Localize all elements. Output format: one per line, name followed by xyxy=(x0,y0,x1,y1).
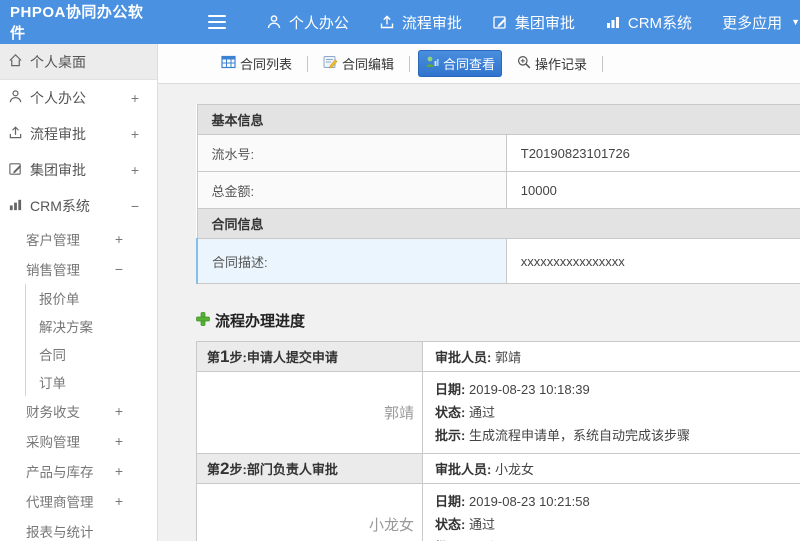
nav-personal-office[interactable]: 个人办公 xyxy=(266,12,349,33)
expand-plus-icon[interactable]: + xyxy=(115,433,123,449)
tab-contract-edit[interactable]: 合同编辑 xyxy=(316,50,401,77)
table-row: 总金额: 10000 xyxy=(196,171,800,209)
step-2-title: 第2步:部门负责人审批 xyxy=(196,453,423,484)
topbar: PHPOA协同办公软件 个人办公 流程审批 集团审批 CRM系统 更多应用 ▼ xyxy=(0,0,800,44)
content-area: 合同列表 合同编辑 合同查看 操作记录 基本信息 流水号: T201908231… xyxy=(158,44,800,541)
nav-group-approval[interactable]: 集团审批 xyxy=(492,12,575,33)
sidebar-item-agents[interactable]: 代理商管理 + xyxy=(0,486,157,516)
tab-strip: 合同列表 合同编辑 合同查看 操作记录 xyxy=(158,44,800,84)
tab-contract-list[interactable]: 合同列表 xyxy=(214,50,299,77)
sidebar-item-customer-mgmt[interactable]: 客户管理 + xyxy=(0,224,157,254)
table-row: 流水号: T20190823101726 xyxy=(196,134,800,172)
tab-separator xyxy=(409,55,411,72)
table-row: 郭靖 日期: 2019-08-23 10:18:39 状态: 通过 批示: 生成… xyxy=(196,371,800,454)
table-row: 合同描述: xxxxxxxxxxxxxxxx xyxy=(195,238,800,284)
expand-plus-icon[interactable]: + xyxy=(115,403,123,419)
nav-more-apps[interactable]: 更多应用 ▼ xyxy=(722,12,800,33)
menu-icon[interactable] xyxy=(207,11,228,33)
sidebar-item-desktop[interactable]: 个人桌面 xyxy=(0,44,157,80)
zoom-icon xyxy=(517,55,531,72)
sales-submenu: 报价单 解决方案 合同 订单 xyxy=(25,284,157,396)
step-2-name: 小龙女 xyxy=(196,483,423,541)
sidebar-item-workflow-approval[interactable]: 流程审批 + xyxy=(0,116,157,152)
table-icon xyxy=(221,55,236,72)
sidebar-item-personal-office[interactable]: 个人办公 + xyxy=(0,80,157,116)
sidebar-item-sales-mgmt[interactable]: 销售管理 − xyxy=(0,254,157,284)
sidebar-item-group-approval[interactable]: 集团审批 + xyxy=(0,152,157,188)
sidebar-item-quotation[interactable]: 报价单 xyxy=(26,284,157,312)
tab-separator xyxy=(307,55,309,72)
collapse-minus-icon[interactable]: − xyxy=(131,198,139,214)
serial-number-value: T20190823101726 xyxy=(505,134,800,172)
contract-desc-label: 合同描述: xyxy=(195,238,507,284)
contract-info-table: 基本信息 流水号: T20190823101726 总金额: 10000 合同信… xyxy=(195,104,800,284)
person-icon xyxy=(266,14,282,30)
bar-chart-icon xyxy=(605,14,621,30)
expand-plus-icon[interactable]: + xyxy=(115,463,123,479)
progress-section-title: 流程办理进度 xyxy=(196,310,800,331)
caret-down-icon: ▼ xyxy=(791,17,800,27)
progress-table: 第1步:申请人提交申请 审批人员: 郭靖 郭靖 日期: 2019-08-23 1… xyxy=(196,341,800,541)
step-2-detail: 日期: 2019-08-23 10:21:58 状态: 通过 批示: 通过 xyxy=(422,483,800,541)
sidebar-item-solution[interactable]: 解决方案 xyxy=(26,312,157,340)
serial-number-label: 流水号: xyxy=(196,134,507,172)
contract-desc-value: xxxxxxxxxxxxxxxx xyxy=(505,238,800,284)
plus-icon xyxy=(196,311,210,330)
edit-icon xyxy=(492,14,508,30)
expand-plus-icon[interactable]: + xyxy=(131,90,139,106)
step-1-title: 第1步:申请人提交申请 xyxy=(196,341,423,372)
total-amount-label: 总金额: xyxy=(196,171,507,209)
edit-doc-icon xyxy=(323,55,338,72)
sidebar-item-finance[interactable]: 财务收支 + xyxy=(0,396,157,426)
table-row: 第2步:部门负责人审批 审批人员: 小龙女 xyxy=(196,453,800,484)
section-header-basic-info: 基本信息 xyxy=(196,104,800,135)
tab-separator xyxy=(602,55,604,72)
table-row: 第1步:申请人提交申请 审批人员: 郭靖 xyxy=(196,341,800,372)
bar-chart-icon xyxy=(8,197,23,215)
expand-plus-icon[interactable]: + xyxy=(115,493,123,509)
tab-contract-view[interactable]: 合同查看 xyxy=(418,50,503,77)
top-navigation: 个人办公 流程审批 集团审批 CRM系统 更多应用 ▼ xyxy=(266,12,800,33)
total-amount-value: 10000 xyxy=(505,171,800,209)
workflow-icon xyxy=(379,14,395,30)
workflow-icon xyxy=(8,125,23,143)
sidebar-item-contract[interactable]: 合同 xyxy=(26,340,157,368)
step-1-detail: 日期: 2019-08-23 10:18:39 状态: 通过 批示: 生成流程申… xyxy=(422,371,800,454)
nav-workflow-approval[interactable]: 流程审批 xyxy=(379,12,462,33)
tab-operation-log[interactable]: 操作记录 xyxy=(510,50,594,77)
expand-plus-icon[interactable]: + xyxy=(131,162,139,178)
expand-plus-icon[interactable]: + xyxy=(131,126,139,142)
home-icon xyxy=(8,53,23,71)
sidebar-item-crm[interactable]: CRM系统 − xyxy=(0,188,157,224)
expand-plus-icon[interactable]: + xyxy=(115,231,123,247)
step-1-approver: 审批人员: 郭靖 xyxy=(422,341,800,372)
person-view-icon xyxy=(425,55,439,72)
step-2-approver: 审批人员: 小龙女 xyxy=(422,453,800,484)
section-header-contract-info: 合同信息 xyxy=(196,208,800,239)
nav-crm-system[interactable]: CRM系统 xyxy=(605,12,692,33)
app-title: PHPOA协同办公软件 xyxy=(10,4,144,42)
step-1-name: 郭靖 xyxy=(196,371,423,454)
table-row: 小龙女 日期: 2019-08-23 10:21:58 状态: 通过 批示: 通… xyxy=(196,483,800,541)
sidebar-item-reports[interactable]: 报表与统计 xyxy=(0,516,157,541)
edit-icon xyxy=(8,161,23,179)
sidebar: 个人桌面 个人办公 + 流程审批 + 集团审批 + CRM系统 − 客户管理 +… xyxy=(0,44,158,541)
sidebar-item-purchasing[interactable]: 采购管理 + xyxy=(0,426,157,456)
sidebar-item-order[interactable]: 订单 xyxy=(26,368,157,396)
collapse-minus-icon[interactable]: − xyxy=(115,261,123,277)
person-icon xyxy=(8,89,23,107)
sidebar-item-products-inventory[interactable]: 产品与库存 + xyxy=(0,456,157,486)
